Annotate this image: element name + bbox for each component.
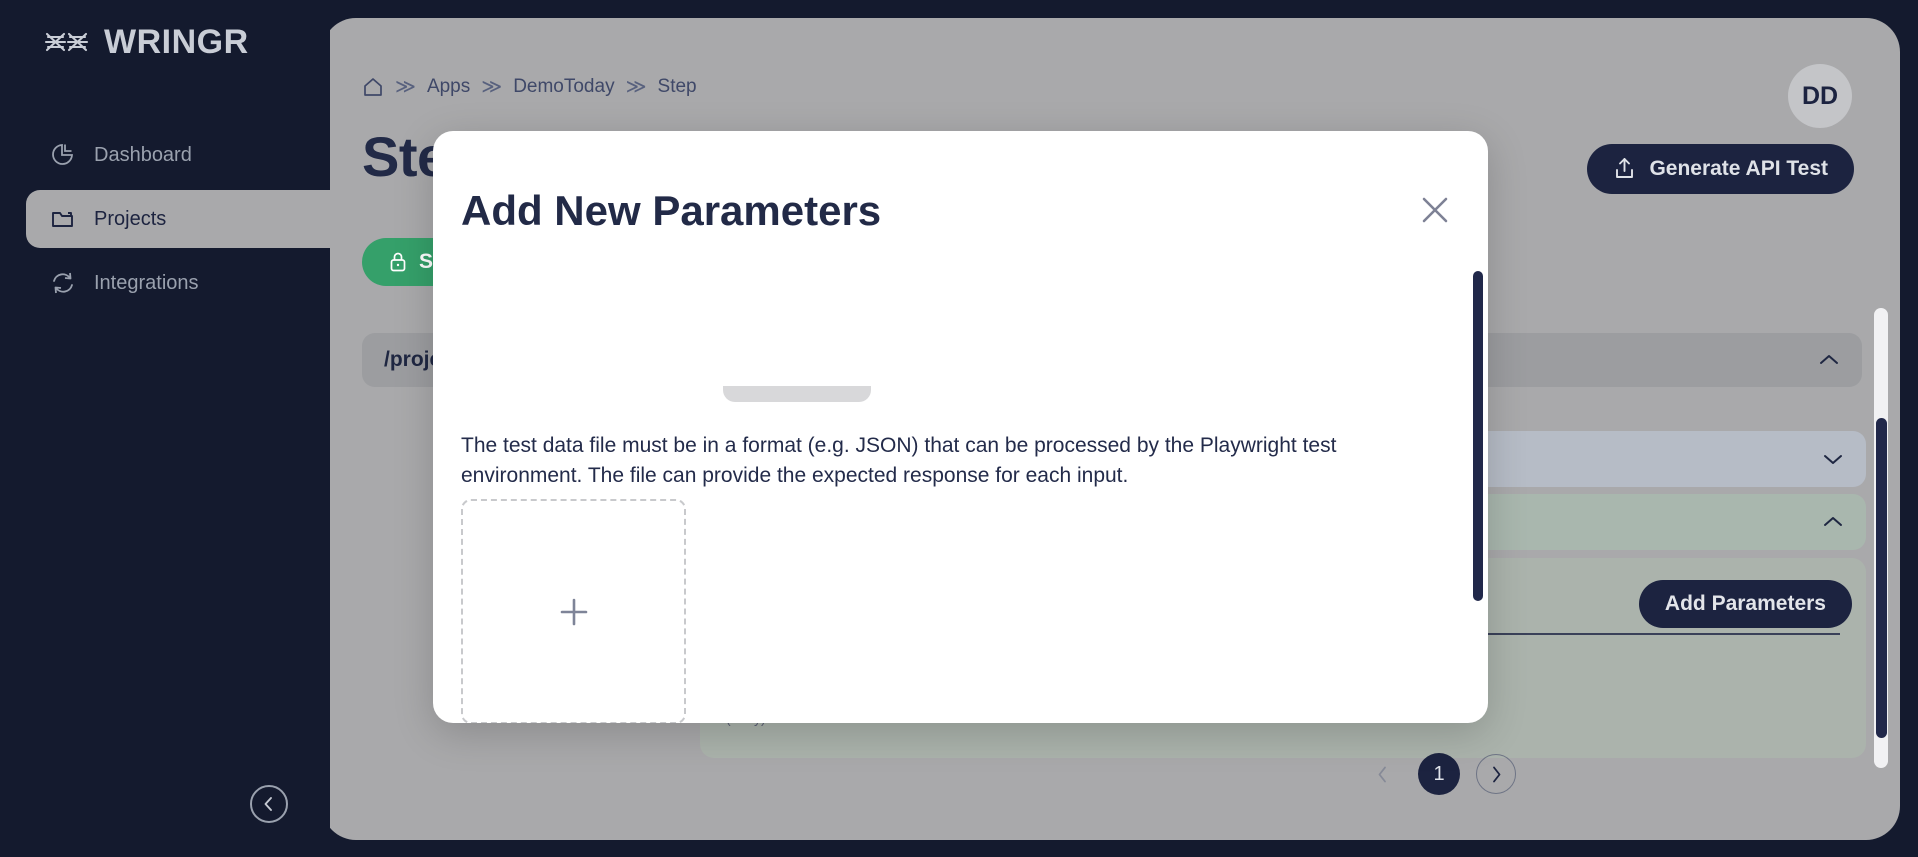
file-dropzone[interactable] — [461, 499, 686, 723]
plus-icon — [560, 598, 587, 625]
chevron-up-icon[interactable] — [1818, 353, 1840, 367]
add-parameters-label: Add Parameters — [1664, 592, 1826, 615]
chevron-up-icon[interactable] — [1822, 515, 1844, 529]
chevron-right-icon — [1492, 766, 1500, 782]
wringr-logo-icon — [44, 32, 89, 52]
add-parameters-button[interactable]: Add Parameters — [1638, 580, 1852, 628]
breadcrumb-separator: ≫ — [625, 76, 647, 98]
pagination: 1 — [1362, 753, 1516, 795]
modal-title: Add New Parameters — [461, 187, 882, 234]
brand-name: WRINGR — [104, 22, 249, 61]
modal-scrollbar-thumb[interactable] — [1473, 271, 1483, 601]
sidebar-item-dashboard[interactable]: Dashboard — [0, 126, 330, 184]
sidebar-item-projects[interactable]: Projects — [26, 190, 330, 248]
generate-api-test-label: Generate API Test — [1649, 157, 1828, 180]
sidebar-collapse-button[interactable] — [250, 785, 288, 823]
brand: WRINGR — [44, 22, 249, 62]
breadcrumb-separator: ≫ — [395, 76, 416, 98]
sidebar: WRINGR Dashboard Projects Integrations — [0, 0, 330, 857]
app-root: WRINGR Dashboard Projects Integrations ≫… — [0, 0, 1918, 857]
pagination-next-button[interactable] — [1476, 754, 1516, 794]
add-parameters-modal: Add New Parameters The test data file mu… — [433, 131, 1488, 723]
breadcrumb-separator: ≫ — [481, 76, 503, 98]
sidebar-item-label: Dashboard — [94, 143, 192, 166]
breadcrumb: ≫ Apps ≫ DemoToday ≫ Step — [362, 74, 697, 99]
clipped-control-placeholder — [723, 386, 871, 402]
upload-icon — [1616, 158, 1634, 178]
panel-scrollbar-thumb[interactable] — [1876, 418, 1887, 738]
home-icon[interactable] — [362, 76, 384, 98]
generate-api-test-button[interactable]: Generate API Test — [1587, 144, 1854, 194]
breadcrumb-item-step[interactable]: Step — [658, 76, 697, 98]
sync-icon — [53, 272, 73, 294]
pagination-prev-button[interactable] — [1362, 754, 1402, 794]
pagination-page-1[interactable]: 1 — [1418, 753, 1460, 795]
sidebar-item-label: Integrations — [94, 271, 199, 294]
avatar[interactable]: DD — [1788, 64, 1852, 128]
sidebar-nav: Dashboard Projects Integrations — [0, 126, 330, 318]
breadcrumb-item-apps[interactable]: Apps — [427, 76, 470, 98]
sidebar-item-label: Projects — [94, 207, 167, 230]
lock-icon — [390, 252, 406, 272]
close-icon[interactable] — [1418, 193, 1452, 227]
chevron-left-icon — [1378, 766, 1386, 782]
breadcrumb-item-demotoday[interactable]: DemoToday — [513, 76, 614, 98]
sidebar-item-integrations[interactable]: Integrations — [0, 254, 330, 312]
modal-description: The test data file must be in a format (… — [461, 434, 1337, 487]
folder-icon — [52, 212, 73, 227]
chevron-left-icon — [264, 797, 272, 811]
pie-chart-icon — [52, 144, 73, 165]
chevron-down-icon[interactable] — [1822, 452, 1844, 466]
